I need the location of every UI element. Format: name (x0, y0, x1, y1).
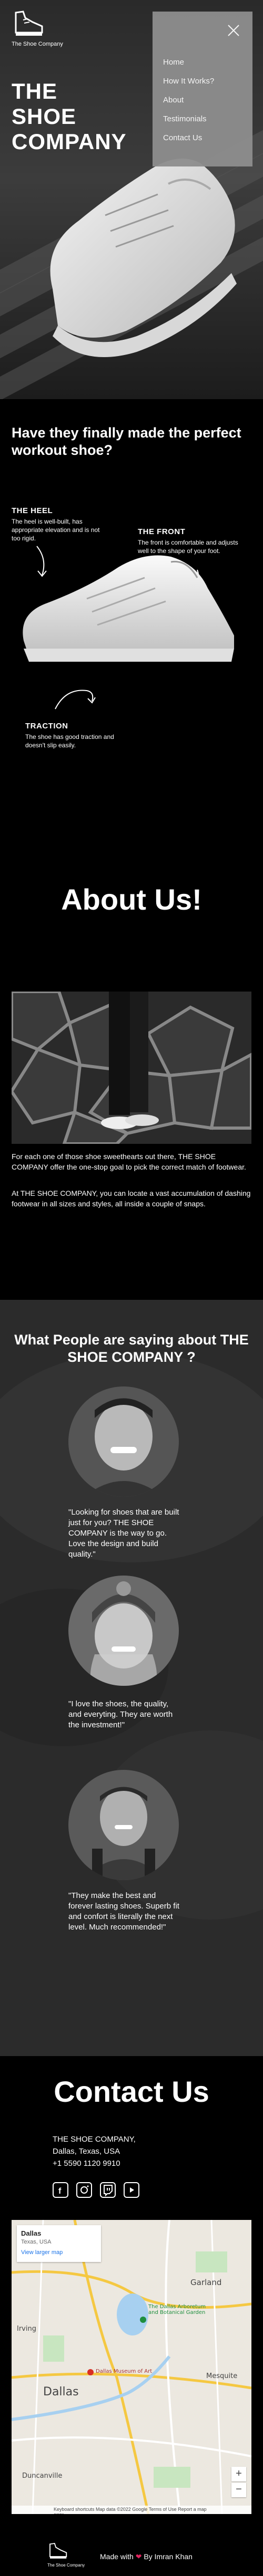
logo-icon[interactable] (12, 7, 45, 39)
testimonials-title: What People are saying about THE SHOE CO… (14, 1332, 249, 1365)
nav-item-how-it-works[interactable]: How It Works? (163, 77, 214, 86)
map-canvas[interactable] (12, 2220, 251, 2514)
feature-front-title: THE FRONT (138, 527, 186, 536)
close-icon[interactable] (226, 23, 241, 38)
map-label-arboretum: The Dallas Arboretum and Botanical Garde… (148, 2304, 206, 2316)
avatar (68, 1576, 179, 1686)
svg-text:f: f (58, 2187, 62, 2196)
heart-icon: ❤ (135, 2552, 142, 2561)
map-card-title: Dallas (21, 2229, 42, 2237)
about-paragraph-2: At THE SHOE COMPANY, you can locate a va… (12, 1189, 251, 1208)
avatar-photo-3 (68, 1770, 179, 1880)
facebook-icon[interactable]: f (53, 2182, 68, 2198)
map-embed[interactable]: Dallas Texas, USA View larger map Garlan… (12, 2220, 251, 2514)
avatar-photo-1 (68, 1386, 179, 1497)
map-label-dallas: Dallas (43, 2385, 79, 2398)
map-info-card: Dallas Texas, USA View larger map (17, 2225, 101, 2262)
youtube-icon[interactable] (124, 2182, 139, 2198)
map-zoom-in-button[interactable]: + (231, 2467, 246, 2481)
instagram-icon[interactable] (76, 2182, 92, 2198)
hero-shoe-image (50, 159, 237, 357)
feature-traction-title: TRACTION (25, 722, 68, 731)
map-label-irving: Irving (17, 2325, 36, 2333)
contact-company: THE SHOE COMPANY, (53, 2135, 136, 2144)
map-label-duncanville: Duncanville (22, 2472, 63, 2480)
page: The Shoe Company THE SHOE COMPANY Home H… (0, 0, 263, 2576)
contact-phone[interactable]: +1 5590 1120 9910 (53, 2159, 120, 2168)
made-with-credit: Made with ❤ By Imran Khan (100, 2552, 193, 2561)
footer: The Shoe Company Made with ❤ By Imran Kh… (0, 2537, 263, 2576)
avatar (68, 1770, 179, 1880)
about-paragraph-1: For each one of those shoe sweethearts o… (12, 1152, 246, 1171)
about-image (12, 992, 251, 1144)
map-card-subtitle: Texas, USA (21, 2239, 52, 2245)
author-credit: By Imran Khan (144, 2552, 193, 2561)
feature-heel-title: THE HEEL (12, 506, 53, 515)
nav-list: Home How It Works? About Testimonials Co… (163, 58, 214, 152)
side-shoe-image (23, 555, 234, 662)
avatar-photo-2 (68, 1576, 179, 1686)
nav-item-home[interactable]: Home (163, 58, 214, 67)
arrow-traction-icon (55, 690, 96, 710)
workout-title: Have they finally made the perfect worko… (12, 425, 241, 458)
nav-menu: Home How It Works? About Testimonials Co… (153, 12, 252, 166)
logo-text: The Shoe Company (12, 41, 63, 47)
about-photo (12, 992, 251, 1144)
footer-logo-icon[interactable] (47, 2541, 68, 2561)
about-title: About Us! (61, 883, 202, 916)
map-label-museum: Dallas Museum of Art (96, 2369, 153, 2374)
map-label-garland: Garland (190, 2278, 222, 2287)
nav-item-contact[interactable]: Contact Us (163, 133, 214, 142)
testimonial-quote-2: "I love the shoes, the quality, and ever… (68, 1699, 173, 1729)
avatar (68, 1386, 179, 1497)
testimonial-quote-3: "They make the best and forever lasting … (68, 1891, 179, 1932)
map-larger-link[interactable]: View larger map (21, 2249, 97, 2256)
made-with-label: Made with (100, 2552, 134, 2561)
nav-item-about[interactable]: About (163, 96, 214, 105)
nav-item-testimonials[interactable]: Testimonials (163, 114, 214, 123)
map-zoom-out-button[interactable]: − (231, 2483, 246, 2497)
footer-logo-text: The Shoe Company (47, 2563, 85, 2568)
hero-section: The Shoe Company THE SHOE COMPANY Home H… (0, 0, 263, 399)
contact-title: Contact Us (54, 2075, 209, 2108)
hero-title-line: THE (12, 79, 57, 103)
contact-address: Dallas, Texas, USA (53, 2147, 120, 2156)
feature-traction-text: The shoe has good traction and doesn't s… (25, 733, 114, 749)
hero-title-line: SHOE (12, 104, 77, 129)
feature-traction: TRACTION The shoe has good traction and … (25, 722, 120, 749)
map-attribution: Keyboard shortcuts Map data ©2022 Google… (12, 2506, 251, 2514)
map-label-mesquite: Mesquite (206, 2372, 238, 2380)
twitch-icon[interactable] (100, 2182, 116, 2198)
testimonial-quote-1: "Looking for shoes that are built just f… (68, 1508, 179, 1559)
